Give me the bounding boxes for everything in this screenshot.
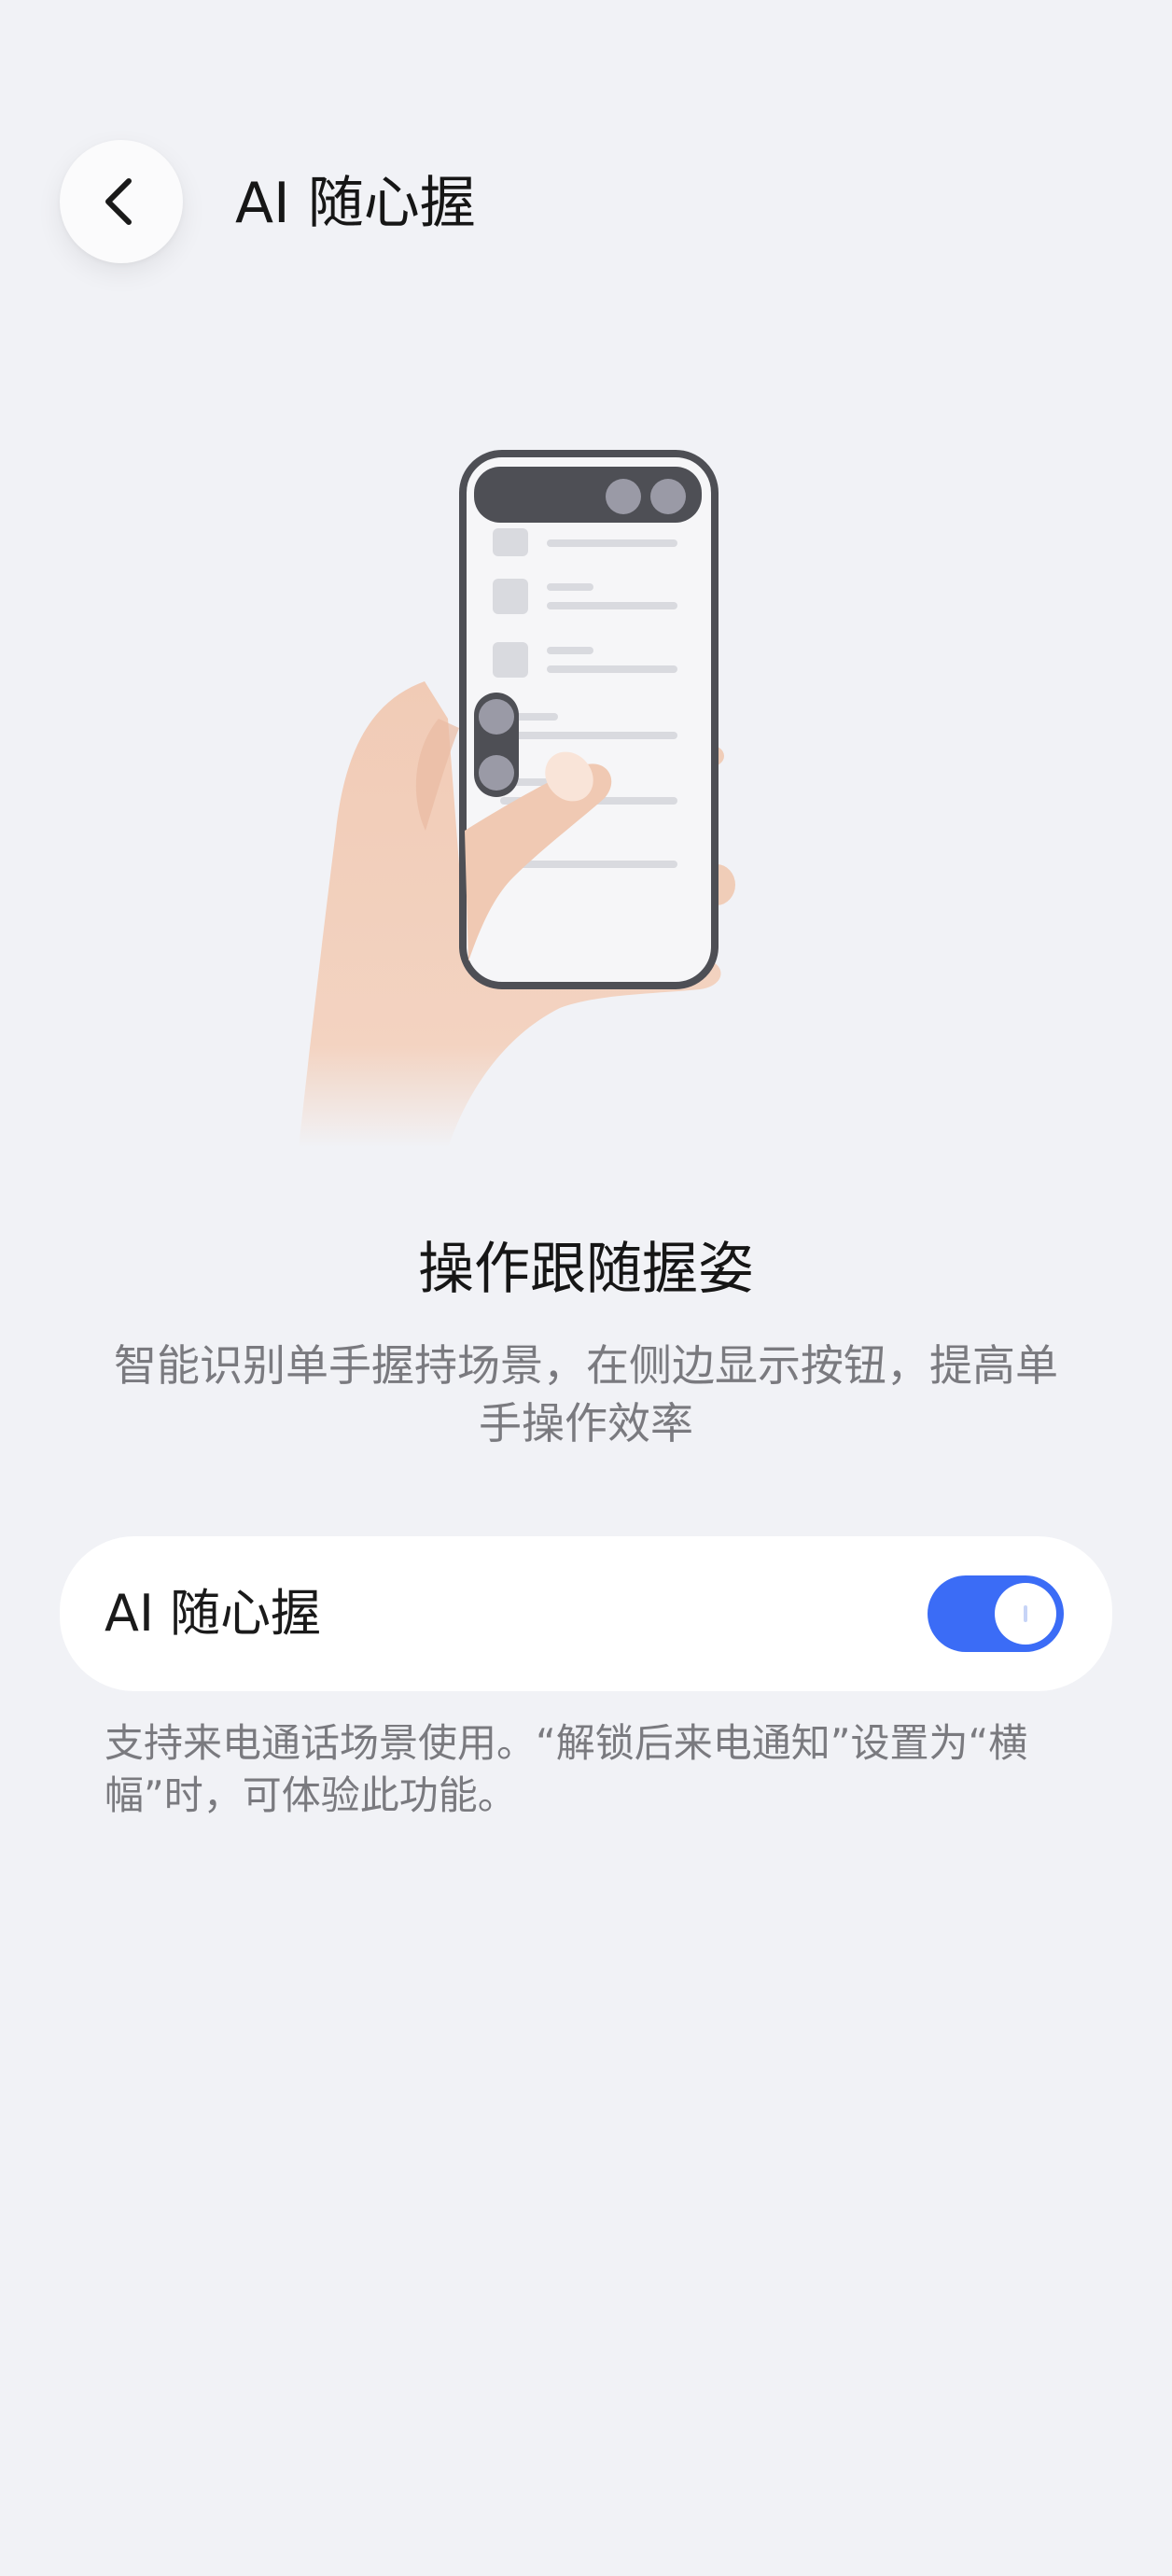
header: AI 随心握 (0, 0, 1172, 280)
feature-note: 支持来电通话场景使用。“解锁后来电通知”设置为“横幅”时，可体验此功能。 (105, 1720, 1028, 1818)
ai-grip-toggle-switch[interactable] (928, 1575, 1064, 1652)
feature-title: 操作跟随握姿 (418, 1237, 754, 1302)
screen: AI 随心握 操作跟随握姿 智能识别单手握持场景，在侧边显示按钮，提高单手操作效… (0, 0, 1172, 2576)
feature-description: 智能识别单手握持场景，在侧边显示按钮，提高单手操作效率 (114, 1340, 1058, 1449)
hand-holding-phone-illustration (261, 439, 765, 1148)
toggle-knob (995, 1583, 1056, 1645)
page-title: AI 随心握 (235, 171, 476, 236)
toggle-on-indicator (1024, 1605, 1027, 1622)
back-button[interactable] (60, 140, 183, 263)
chevron-left-icon (105, 178, 132, 225)
ai-grip-setting-label: AI 随心握 (105, 1584, 322, 1643)
ai-grip-setting-card[interactable]: AI 随心握 (60, 1536, 1112, 1691)
